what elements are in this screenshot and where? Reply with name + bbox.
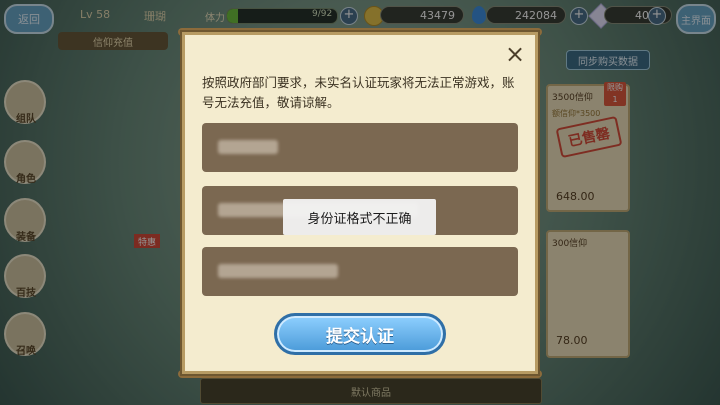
- error-toast: 身份证格式不正确: [283, 199, 436, 235]
- verification-notice: 按照政府部门要求，未实名认证玩家将无法正常游戏，账号无法充值，敬请谅解。: [202, 75, 515, 110]
- name-field[interactable]: [202, 123, 518, 172]
- submit-verification-button[interactable]: 提交认证: [274, 313, 446, 355]
- name-value-blurred: [218, 140, 278, 154]
- close-icon[interactable]: ×: [505, 42, 525, 66]
- phone-value-blurred: [218, 264, 338, 278]
- phone-field[interactable]: [202, 247, 518, 296]
